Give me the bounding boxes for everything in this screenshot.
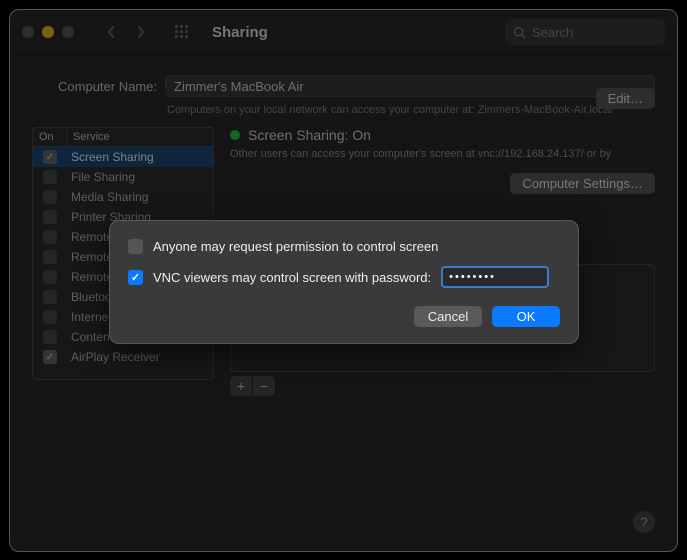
traffic-lights (22, 26, 74, 38)
service-checkbox[interactable] (33, 230, 67, 244)
search-field-wrap[interactable] (505, 19, 665, 45)
service-checkbox[interactable] (33, 150, 67, 164)
remove-button[interactable]: − (253, 376, 275, 396)
ok-button[interactable]: OK (492, 306, 560, 327)
anyone-label: Anyone may request permission to control… (153, 239, 438, 254)
forward-button[interactable] (126, 20, 156, 44)
service-checkbox[interactable] (33, 270, 67, 284)
nav-arrows (96, 20, 156, 44)
status-indicator-icon (230, 130, 240, 140)
close-window-icon[interactable] (22, 26, 34, 38)
computer-name-input[interactable] (165, 75, 655, 97)
chevron-left-icon (106, 25, 116, 39)
service-checkbox[interactable] (33, 310, 67, 324)
status-subtext: Other users can access your computer's s… (230, 147, 655, 162)
window-title: Sharing (212, 24, 268, 41)
status-text: Screen Sharing: On (248, 127, 371, 143)
service-label: Screen Sharing (67, 150, 213, 164)
service-checkbox[interactable] (33, 330, 67, 344)
back-button[interactable] (96, 20, 126, 44)
service-label: File Sharing (67, 170, 213, 184)
computer-name-subtext: Computers on your local network can acce… (167, 103, 655, 118)
minimize-window-icon[interactable] (42, 26, 54, 38)
titlebar: Sharing (10, 10, 677, 55)
service-row[interactable]: File Sharing (33, 167, 213, 187)
vnc-password-input[interactable] (441, 266, 549, 288)
header-on: On (33, 128, 67, 146)
vnc-checkbox[interactable] (128, 270, 143, 285)
vnc-label: VNC viewers may control screen with pass… (153, 270, 431, 285)
service-checkbox[interactable] (33, 170, 67, 184)
help-button[interactable]: ? (633, 511, 655, 533)
computer-settings-button[interactable]: Computer Settings… (510, 173, 655, 194)
sheet-buttons: Cancel OK (128, 306, 560, 327)
option-row-vnc: VNC viewers may control screen with pass… (128, 266, 560, 288)
service-row[interactable]: Screen Sharing (33, 147, 213, 167)
computer-name-label: Computer Name: (32, 79, 157, 94)
service-label: Media Sharing (67, 190, 213, 204)
service-checkbox[interactable] (33, 250, 67, 264)
search-icon (513, 26, 526, 39)
show-all-icon[interactable] (174, 24, 190, 40)
header-service: Service (67, 128, 213, 146)
cancel-button[interactable]: Cancel (414, 306, 482, 327)
settings-row: Computer Settings… (230, 173, 655, 194)
service-checkbox[interactable] (33, 190, 67, 204)
edit-button[interactable]: Edit… (596, 88, 655, 109)
zoom-window-icon[interactable] (62, 26, 74, 38)
service-checkbox[interactable] (33, 290, 67, 304)
anyone-checkbox[interactable] (128, 239, 143, 254)
add-remove-row: + − (230, 376, 655, 396)
computer-settings-sheet: Anyone may request permission to control… (109, 220, 579, 344)
search-input[interactable] (532, 25, 657, 40)
service-row[interactable]: Media Sharing (33, 187, 213, 207)
services-header: On Service (33, 128, 213, 147)
service-label: AirPlay Receiver (67, 350, 213, 364)
service-row[interactable]: AirPlay Receiver (33, 347, 213, 367)
service-checkbox[interactable] (33, 210, 67, 224)
status-row: Screen Sharing: On (230, 127, 655, 143)
service-checkbox[interactable] (33, 350, 67, 364)
chevron-right-icon (136, 25, 146, 39)
option-row-anyone: Anyone may request permission to control… (128, 239, 560, 254)
add-button[interactable]: + (230, 376, 252, 396)
